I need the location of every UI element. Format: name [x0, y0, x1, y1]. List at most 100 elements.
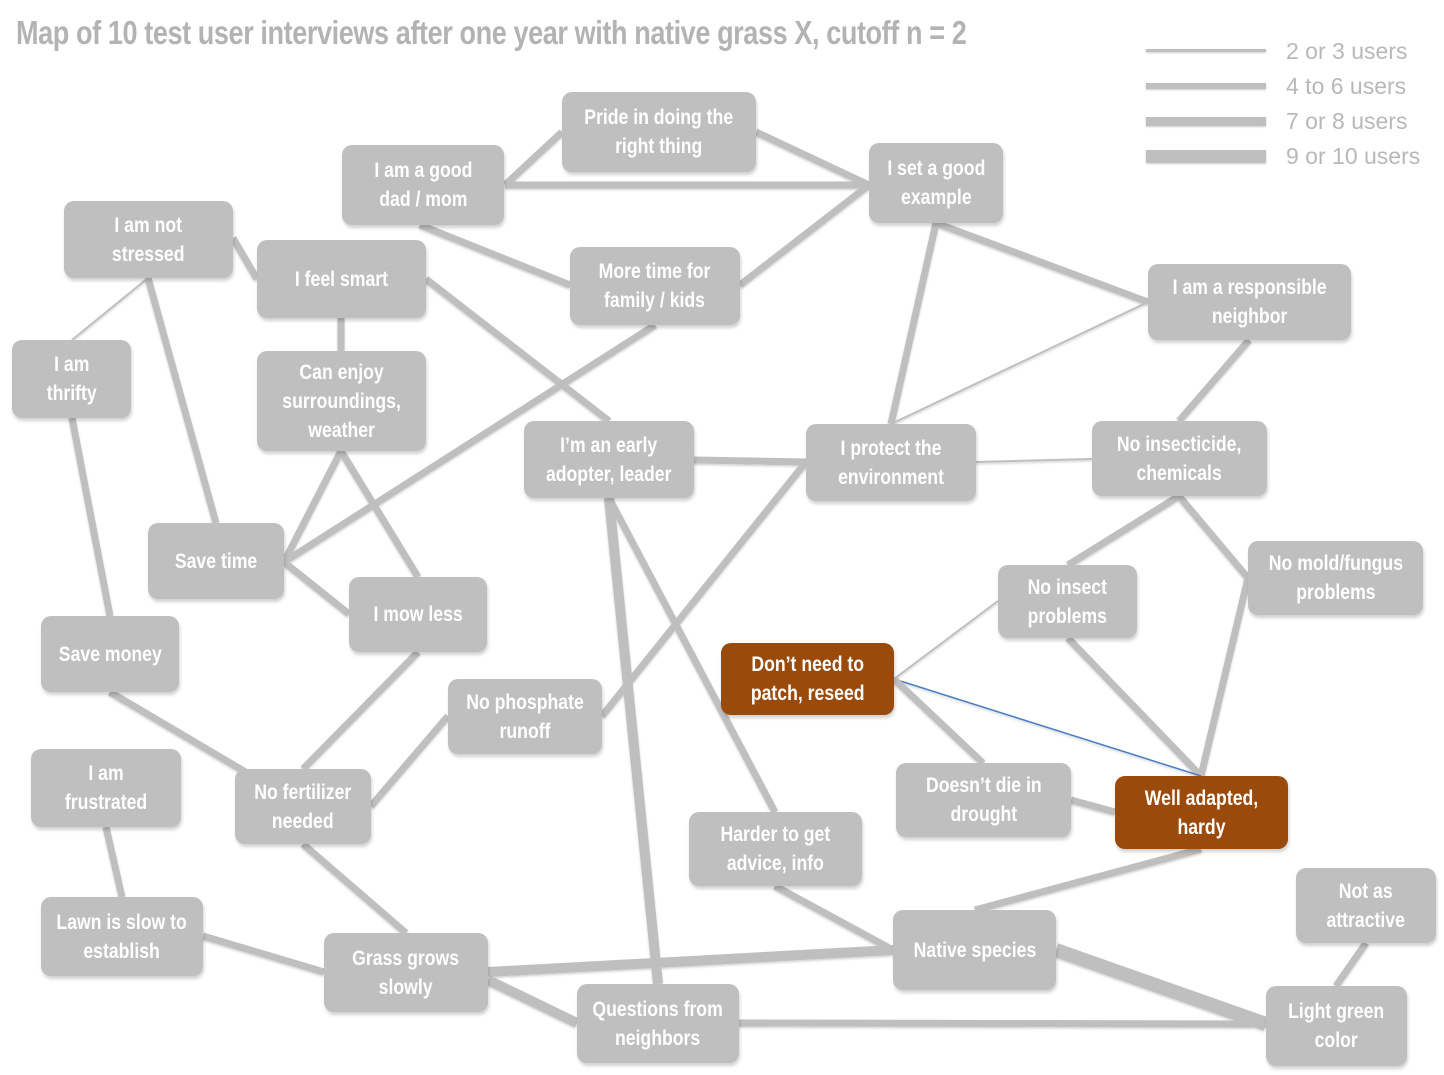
edge-thrifty-to-save-money [68, 417, 114, 617]
edge-no-mold-to-well-adapted [1197, 577, 1252, 777]
edge-well-adapted-to-native [974, 845, 1202, 914]
node-light-green: Light green color [1266, 986, 1407, 1066]
node-label: I am a good dad / mom [373, 159, 473, 211]
node-label: Lawn is slow to establish [56, 910, 188, 963]
node-good-parent: I am a good dad / mom [342, 145, 504, 225]
node-harder-advice: Harder to get advice, info [689, 812, 862, 886]
edge-mow-less-to-no-fertilizer [300, 649, 421, 772]
edge-native-to-light-green [1053, 943, 1269, 1031]
legend-label: 7 or 8 users [1286, 108, 1408, 134]
node-label: Save money [58, 642, 162, 666]
node-grows-slowly: Grass grows slowly [324, 933, 488, 1012]
edge-save-time-to-mow-less [281, 559, 352, 617]
edge-no-insect-to-no-patch [893, 600, 999, 680]
edge-slow-establish-to-grows-slowly [202, 932, 325, 976]
legend-line-7-8 [1146, 117, 1266, 126]
node-label: Save time [174, 549, 258, 573]
node-frustrated: I am frustrated [31, 749, 181, 827]
node-no-drought-death: Doesn’t die in drought [896, 763, 1071, 837]
edge-grows-slowly-to-native [487, 945, 894, 977]
edge-more-time-to-good-example [737, 182, 872, 288]
legend-label: 9 or 10 users [1286, 143, 1421, 169]
node-label: Pride in doing the right thing [584, 106, 734, 158]
edge-protect-env-to-responsible [890, 301, 1149, 425]
node-feel-smart: I feel smart [257, 240, 426, 318]
node-responsible: I am a responsible neighbor [1148, 264, 1351, 340]
legend-line-9-10 [1146, 150, 1266, 163]
edge-not-stressed-to-save-time [144, 277, 220, 524]
node-label: Don’t need to patch, reseed [750, 653, 865, 705]
edge-pride-to-good-example [754, 128, 871, 189]
node-label: I am frustrated [64, 762, 148, 814]
node-no-patch: Don’t need to patch, reseed [721, 643, 894, 715]
node-label: No phosphate runoff [466, 690, 584, 743]
node-label: I am thrifty [46, 353, 97, 405]
edge-not-stressed-to-feel-smart [229, 236, 261, 281]
node-label: More time for family / kids [599, 260, 711, 312]
node-label: I mow less [373, 603, 463, 626]
edge-good-parent-to-pride [502, 129, 565, 188]
node-label: No insecticide, chemicals [1117, 432, 1242, 485]
edge-good-parent-to-more-time [418, 221, 572, 289]
node-no-fertilizer: No fertilizer needed [235, 769, 371, 844]
node-label: Can enjoy surroundings, weather [282, 360, 401, 442]
node-questions: Questions from neighbors [577, 984, 739, 1063]
edge-frustrated-to-slow-establish [102, 826, 126, 898]
node-slow-establish: Lawn is slow to establish [41, 897, 203, 976]
node-no-mold: No mold/fungus problems [1248, 541, 1423, 615]
node-enjoy: Can enjoy surroundings, weather [257, 351, 426, 451]
node-good-example: I set a good example [869, 143, 1003, 223]
node-thrifty: I am thrifty [12, 340, 131, 418]
node-early-adopter: I’m an early adopter, leader [524, 421, 694, 498]
node-well-adapted: Well adapted, hardy [1115, 776, 1288, 849]
node-label: Not as attractive [1326, 879, 1406, 932]
edge-not-stressed-to-thrifty [71, 277, 149, 341]
legend-label: 2 or 3 users [1286, 38, 1408, 64]
edge-no-drought-death-to-well-adapted [1070, 796, 1116, 816]
node-no-phosphate: No phosphate runoff [448, 679, 602, 754]
edge-no-phosphate-to-no-fertilizer [368, 713, 451, 809]
node-label: Light green color [1288, 1000, 1385, 1052]
edge-no-fertilizer-to-grows-slowly [300, 841, 409, 936]
node-label: No fertilizer needed [254, 780, 352, 833]
edge-grows-slowly-to-questions [485, 975, 580, 1028]
node-label: Questions from neighbors [592, 997, 724, 1050]
node-pride: Pride in doing the right thing [562, 92, 756, 172]
legend-line-4-6 [1146, 83, 1266, 89]
edge-no-patch-to-no-drought-death [891, 676, 986, 766]
edge-not-attractive-to-light-green [1333, 940, 1369, 989]
edge-good-example-to-protect-env [887, 222, 940, 425]
node-save-money: Save money [41, 616, 179, 692]
edge-responsible-to-no-insecticide [1176, 337, 1252, 424]
node-label: No mold/fungus problems [1268, 552, 1403, 604]
node-more-time: More time for family / kids [570, 247, 740, 325]
node-label: Grass grows slowly [352, 946, 460, 999]
node-label: No insect problems [1027, 575, 1108, 628]
edge-questions-to-light-green [738, 1019, 1267, 1028]
edge-early-adopter-to-protect-env [693, 456, 807, 466]
edge-protect-env-to-no-insecticide [975, 458, 1093, 463]
node-label: I protect the environment [838, 436, 944, 489]
node-mow-less: I mow less [349, 577, 487, 652]
node-native: Native species [893, 910, 1056, 990]
legend-line-2-3 [1146, 49, 1266, 52]
node-label: I’m an early adopter, leader [546, 433, 672, 486]
edge-harder-advice-to-native [773, 882, 895, 954]
edge-no-insecticide-to-no-mold [1176, 493, 1251, 581]
node-label: Harder to get advice, info [720, 823, 831, 875]
node-label: Native species [913, 938, 1036, 962]
node-not-stressed: I am not stressed [64, 201, 233, 278]
edge-good-example-to-responsible [934, 219, 1150, 306]
node-label: Well adapted, hardy [1144, 786, 1259, 839]
node-not-attractive: Not as attractive [1296, 868, 1436, 943]
node-protect-env: I protect the environment [806, 424, 976, 501]
legend-label: 4 to 6 users [1286, 73, 1407, 99]
node-label: I feel smart [294, 267, 389, 291]
node-save-time: Save time [148, 523, 284, 599]
node-no-insecticide: No insecticide, chemicals [1092, 421, 1267, 496]
edge-no-insecticide-to-no-insect [1066, 493, 1181, 568]
node-label: I set a good example [886, 157, 986, 209]
edge-enjoy-to-mow-less [338, 449, 421, 579]
node-label: I am a responsible neighbor [1172, 276, 1327, 328]
node-label: Doesn’t die in drought [925, 774, 1042, 826]
